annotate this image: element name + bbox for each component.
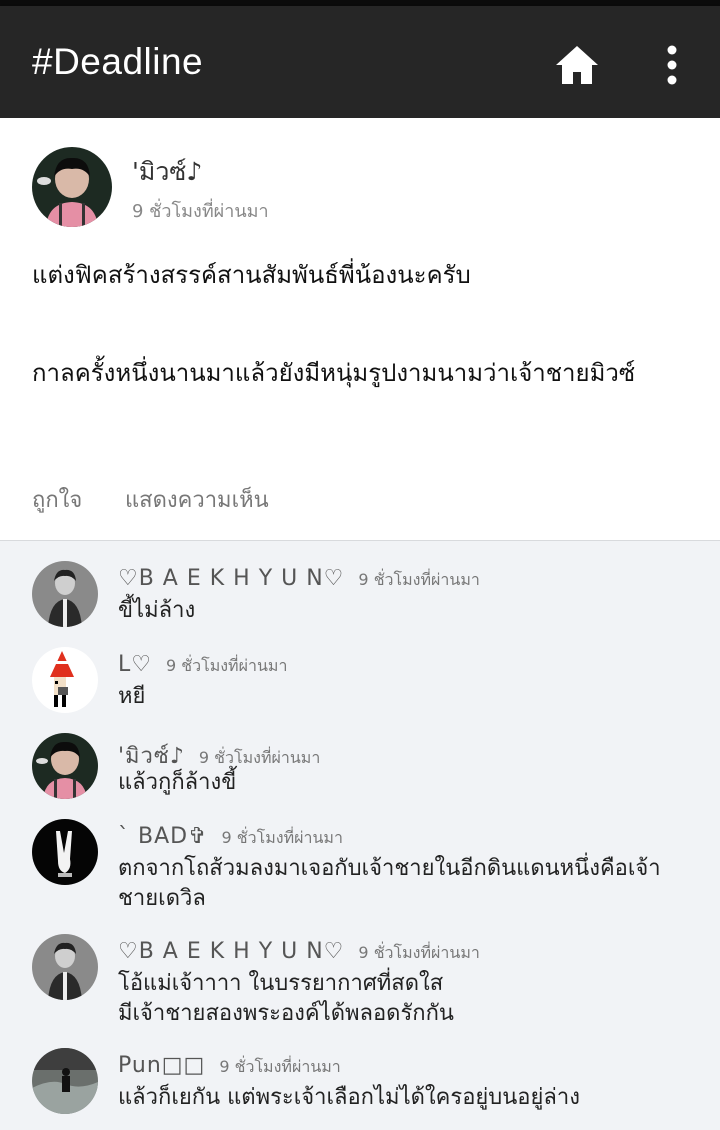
app-title: #Deadline [32,41,204,82]
comment-timestamp: 9 ชั่วโมงที่ผ่านมา [358,570,480,589]
post-text: แต่งฟิคสร้างสรรค์สานสัมพันธ์พี่น้องนะครั… [32,261,471,289]
post-text: กาลครั้งหนึ่งนานมาแล้วยังมีหนุ่มรูปงามนา… [32,359,636,387]
comment-text: แล้วกูก็ล้างขี้ [118,770,237,795]
comment-text: มีเจ้าชายสองพระองค์ได้พลอดรักกัน [118,1001,454,1026]
comment-author[interactable]: ` BAD✞ [118,824,208,849]
home-button[interactable] [554,44,600,86]
avatar[interactable] [32,147,112,227]
comment-text: ตกจากโถส้วมลงมาเจอกับเจ้าชายในอีกดินแดนห… [118,856,661,911]
post-timestamp: 9 ชั่วโมงที่ผ่านมา [132,201,269,222]
comment-timestamp: 9 ชั่วโมงที่ผ่านมา [198,748,321,767]
comment-author[interactable]: 'มิวซ์♪ [118,744,185,769]
avatar[interactable] [32,733,98,799]
comment-author[interactable]: Pun□□ [118,1053,205,1078]
more-options-button[interactable] [656,42,688,88]
comment-text: หยี [118,684,146,709]
avatar[interactable] [32,1048,98,1114]
comment-text: โอ้แม่เจ้าาาา ในบรรยากาศที่สดใส [118,971,444,996]
comment-author[interactable]: L♡ [118,652,152,677]
post-author[interactable]: 'มิวซ์♪ [132,152,202,192]
comment-timestamp: 9 ชั่วโมงที่ผ่านมา [219,1057,341,1076]
comment-timestamp: 9 ชั่วโมงที่ผ่านมา [358,943,480,962]
avatar[interactable] [32,934,98,1000]
more-vert-icon [667,45,677,85]
avatar[interactable] [32,819,98,885]
comment-text: ขี้ไม่ล้าง [118,598,196,623]
app-bar: #Deadline [0,6,720,118]
comment-timestamp: 9 ชั่วโมงที่ผ่านมา [221,828,343,847]
comment-timestamp: 9 ชั่วโมงที่ผ่านมา [165,656,288,675]
like-button[interactable]: ถูกใจ [32,482,82,517]
comment-text: แล้วก็เยกัน แต่พระเจ้าเลือกไม่ได้ใครอยู่… [118,1085,580,1110]
avatar[interactable] [32,561,98,627]
home-icon [556,46,598,84]
post-card: 'มิวซ์♪ 9 ชั่วโมงที่ผ่านมา แต่งฟิคสร้างส… [0,118,720,541]
comment-author[interactable]: ♡B A E K H Y U N♡ [118,566,344,591]
avatar[interactable] [32,647,98,713]
comment-author[interactable]: ♡B A E K H Y U N♡ [118,939,344,964]
comment-button[interactable]: แสดงความเห็น [125,482,269,517]
